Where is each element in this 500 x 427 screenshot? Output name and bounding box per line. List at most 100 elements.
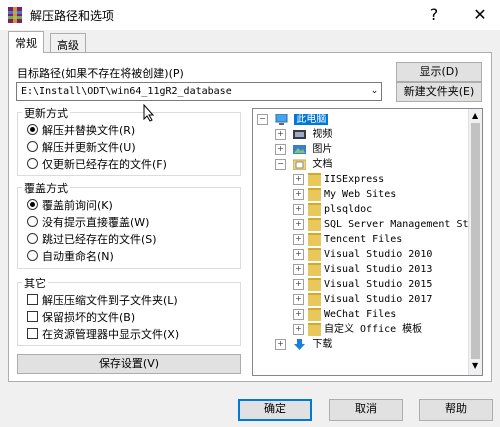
expand-icon[interactable]: + (293, 203, 304, 215)
folder-tree[interactable]: − 此电脑 + 视频 + 图片 − 文档 + IISExpress + My Web … (252, 108, 483, 376)
expand-icon[interactable]: + (293, 218, 304, 230)
tree-item-doc-folder[interactable]: + plsqldoc (257, 202, 469, 217)
close-icon[interactable]: ✕ (470, 4, 490, 26)
radio-auto-rename[interactable] (27, 250, 38, 261)
tree-vertical-scrollbar[interactable]: ▲ ▼ (468, 109, 482, 375)
help-title-button[interactable]: ? (424, 4, 444, 26)
radio-ask-before[interactable] (27, 199, 38, 210)
tree-item-doc-folder[interactable]: + Visual Studio 2013 (257, 262, 469, 277)
tree-item-doc-folder[interactable]: + Tencent Files (257, 232, 469, 247)
tree-item-label: 自定义 Office 模板 (324, 324, 423, 335)
tree-item-downloads[interactable]: + 下载 (257, 337, 469, 352)
expand-icon[interactable]: + (293, 278, 304, 290)
folder-icon (308, 232, 321, 246)
tree-item-label: Visual Studio 2013 (324, 264, 433, 275)
expand-icon[interactable]: + (293, 323, 304, 335)
radio-update-existing-label[interactable]: 仅更新已经存在的文件(F) (42, 156, 167, 172)
tree-item-label: Visual Studio 2015 (324, 279, 433, 290)
ok-button[interactable]: 确定 (238, 399, 312, 421)
new-folder-button[interactable]: 新建文件夹(E) (396, 82, 482, 102)
tree-item-doc-folder[interactable]: + My Web Sites (257, 187, 469, 202)
folder-icon (308, 217, 321, 231)
checkbox-extract-subfolder[interactable] (27, 294, 38, 305)
radio-ask-before-label[interactable]: 覆盖前询问(K) (42, 197, 113, 213)
expand-icon[interactable]: + (275, 128, 286, 140)
save-settings-button[interactable]: 保存设置(V) (17, 354, 241, 374)
folder-icon (308, 322, 321, 336)
tree-item-label: Visual Studio 2010 (324, 249, 433, 260)
tree-item-doc-folder[interactable]: + Visual Studio 2015 (257, 277, 469, 292)
download-arrow-icon (294, 338, 306, 350)
tab-general[interactable]: 常规 (8, 31, 44, 53)
tree-item-doc-folder[interactable]: + IISExpress (257, 172, 469, 187)
folder-icon (308, 277, 321, 291)
radio-auto-rename-label[interactable]: 自动重命名(N) (42, 248, 114, 264)
radio-skip-existing[interactable] (27, 233, 38, 244)
scroll-down-icon[interactable]: ▼ (472, 361, 478, 370)
tree-item-doc-folder[interactable]: + Visual Studio 2010 (257, 247, 469, 262)
help-button[interactable]: 帮助 (419, 399, 493, 421)
checkbox-show-in-explorer[interactable] (27, 328, 38, 339)
tree-content: − 此电脑 + 视频 + 图片 − 文档 + IISExpress + My Web … (257, 112, 469, 352)
radio-overwrite-silent[interactable] (27, 216, 38, 227)
computer-icon (275, 113, 288, 125)
tab-advanced[interactable]: 高级 (50, 33, 86, 53)
folder-icon (308, 307, 321, 321)
tree-item-label: Tencent Files (324, 234, 403, 245)
tree-item-doc-folder[interactable]: + 自定义 Office 模板 (257, 322, 469, 337)
expand-icon[interactable]: + (275, 338, 286, 350)
tree-item-doc-folder[interactable]: + SQL Server Management St (257, 217, 469, 232)
scroll-thumb[interactable] (471, 123, 480, 359)
folder-icon (308, 202, 321, 216)
update-mode-title: 更新方式 (22, 105, 70, 121)
expand-icon[interactable]: + (293, 233, 304, 245)
radio-extract-update[interactable] (27, 141, 38, 152)
checkbox-keep-broken-label[interactable]: 保留损坏的文件(B) (42, 309, 135, 325)
scroll-up-icon[interactable]: ▲ (472, 111, 478, 120)
collapse-icon[interactable]: − (275, 158, 286, 170)
target-path-input[interactable]: E:\Install\ODT\win64_11gR2_database (16, 82, 382, 101)
radio-extract-replace-label[interactable]: 解压并替换文件(R) (42, 122, 135, 138)
cancel-button[interactable]: 取消 (329, 399, 403, 421)
radio-overwrite-silent-label[interactable]: 没有提示直接覆盖(W) (42, 214, 149, 230)
picture-folder-icon (293, 144, 307, 154)
checkbox-extract-subfolder-label[interactable]: 解压压缩文件到子文件夹(L) (42, 292, 178, 308)
expand-icon[interactable]: + (293, 173, 304, 185)
video-folder-icon (293, 129, 307, 139)
collapse-icon[interactable]: − (257, 113, 268, 125)
expand-icon[interactable]: + (275, 143, 286, 155)
radio-extract-update-label[interactable]: 解压并更新文件(U) (42, 139, 136, 155)
tree-item-label: 此电脑 (294, 114, 329, 125)
target-path-label: 目标路径(如果不存在将被创建)(P) (17, 67, 184, 80)
folder-icon (308, 292, 321, 306)
show-button[interactable]: 显示(D) (396, 62, 482, 82)
tree-item-videos[interactable]: + 视频 (257, 127, 469, 142)
expand-icon[interactable]: + (293, 263, 304, 275)
mouse-cursor-icon (143, 104, 155, 122)
tree-item-label: 文档 (312, 159, 333, 170)
folder-icon (308, 172, 321, 186)
tree-item-documents[interactable]: − 文档 (257, 157, 469, 172)
checkbox-show-in-explorer-label[interactable]: 在资源管理器中显示文件(X) (42, 326, 179, 342)
tree-item-label: WeChat Files (324, 309, 397, 320)
folder-icon (308, 262, 321, 276)
overwrite-mode-title: 覆盖方式 (22, 180, 70, 196)
window-title: 解压路径和选项 (30, 9, 115, 23)
tree-item-label: 图片 (312, 144, 333, 155)
tree-item-doc-folder[interactable]: + WeChat Files (257, 307, 469, 322)
title-bar: 解压路径和选项 ? ✕ (0, 0, 500, 30)
radio-extract-replace[interactable] (27, 124, 38, 135)
tree-item-doc-folder[interactable]: + Visual Studio 2017 (257, 292, 469, 307)
chevron-down-icon[interactable]: ⌄ (368, 83, 381, 100)
radio-update-existing[interactable] (27, 158, 38, 169)
tree-item-this-pc[interactable]: − 此电脑 (257, 112, 469, 127)
tree-item-label: IISExpress (324, 174, 385, 185)
tree-item-label: plsqldoc (324, 204, 373, 215)
expand-icon[interactable]: + (293, 308, 304, 320)
checkbox-keep-broken[interactable] (27, 311, 38, 322)
expand-icon[interactable]: + (293, 188, 304, 200)
expand-icon[interactable]: + (293, 293, 304, 305)
expand-icon[interactable]: + (293, 248, 304, 260)
radio-skip-existing-label[interactable]: 跳过已经存在的文件(S) (42, 231, 157, 247)
tree-item-pictures[interactable]: + 图片 (257, 142, 469, 157)
